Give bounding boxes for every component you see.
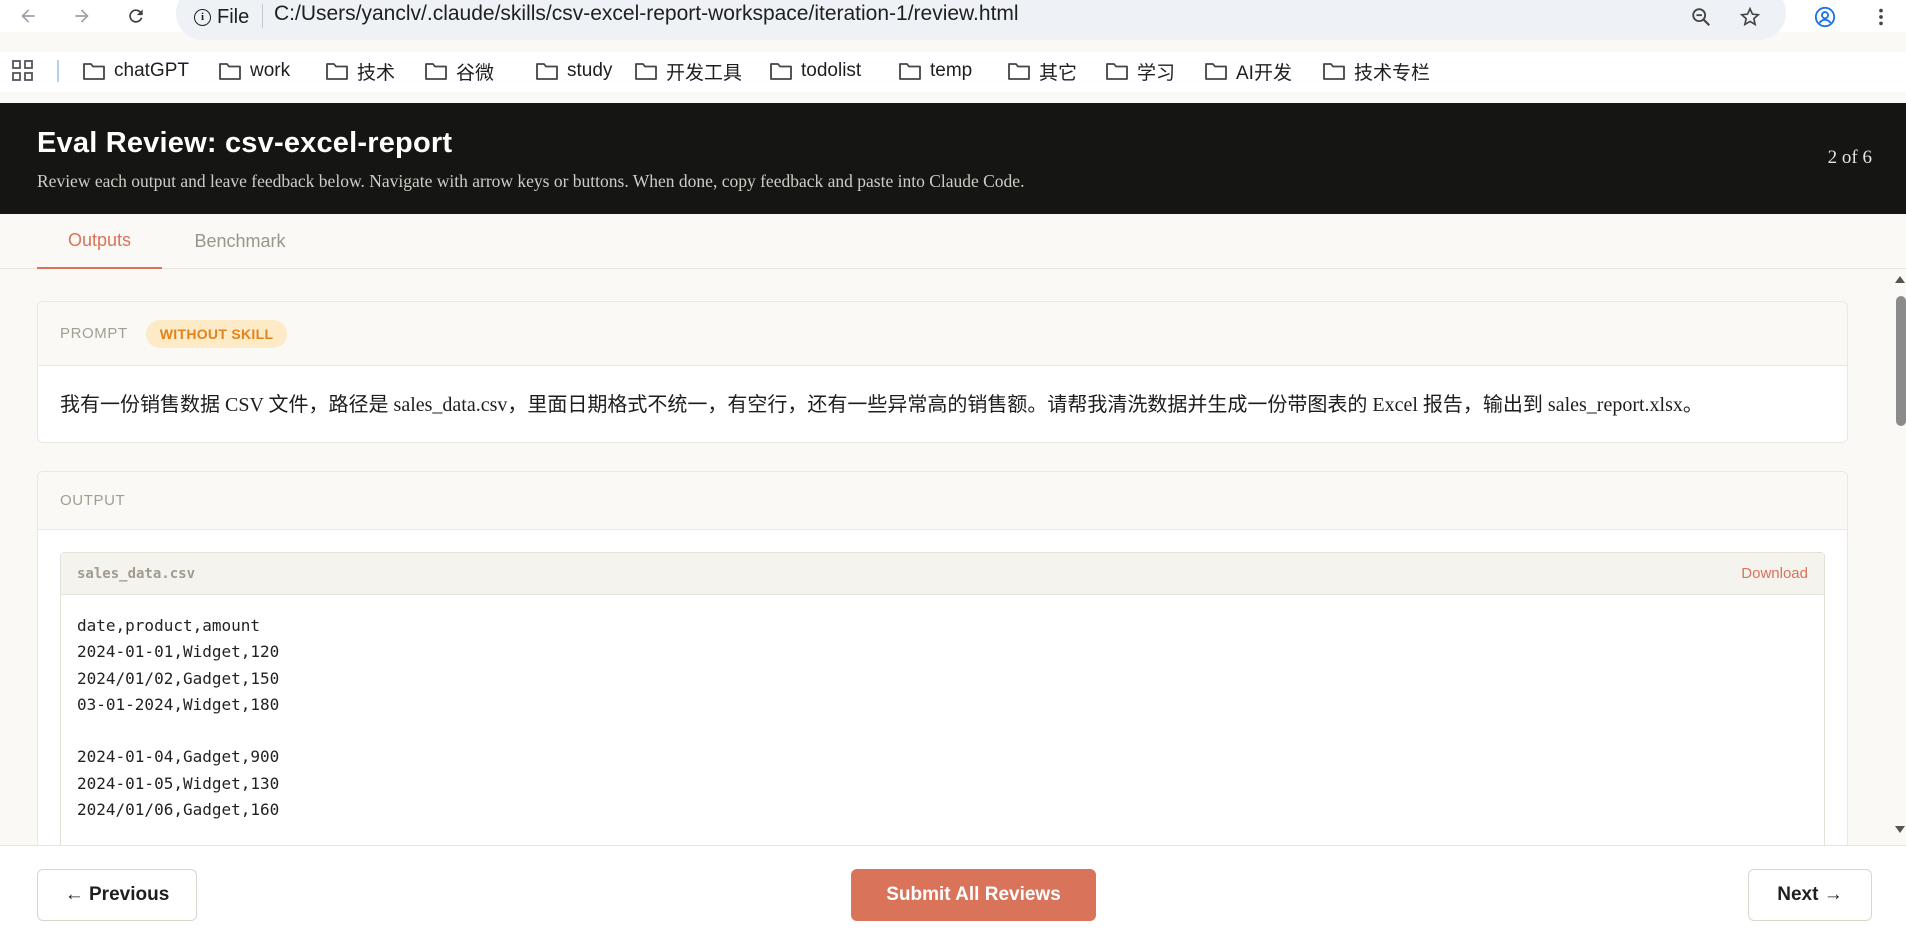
- scroll-down-arrow[interactable]: [1895, 826, 1905, 833]
- bookmark-label: work: [250, 60, 291, 81]
- output-card: OUTPUT sales_data.csv Download date,prod…: [37, 471, 1848, 871]
- zoom-button[interactable]: [1686, 2, 1716, 32]
- bookmark-item[interactable]: 技术专栏: [1322, 56, 1430, 86]
- bookmark-label: 开发工具: [666, 62, 743, 84]
- bookmarks-divider: [57, 60, 59, 82]
- bookmark-label: AI开发: [1236, 62, 1292, 84]
- reload-button[interactable]: [118, 0, 154, 32]
- folder-icon: [770, 63, 792, 80]
- folder-icon: [1008, 63, 1030, 80]
- bookmark-item[interactable]: 技术: [325, 56, 395, 86]
- prompt-card-header: PROMPT WITHOUT SKILL: [38, 302, 1847, 366]
- folder-icon: [1323, 63, 1345, 80]
- profile-icon: [1814, 6, 1836, 28]
- bookmark-label: 技术: [357, 62, 396, 84]
- output-label: OUTPUT: [60, 492, 126, 509]
- apps-grid-icon[interactable]: [12, 60, 34, 82]
- review-header: Eval Review: csv-excel-report Review eac…: [0, 103, 1906, 214]
- bookmarks-bar: chatGPT work 技术 谷微 study 开发工具 todolist temp 其它 学习…: [0, 52, 1906, 92]
- folder-icon: [326, 63, 348, 80]
- page-subtitle: Review each output and leave feedback be…: [37, 171, 1025, 191]
- next-button[interactable]: Next →: [1748, 869, 1872, 921]
- bookmark-item[interactable]: 开发工具: [634, 56, 742, 86]
- view-tabs: Outputs Benchmark: [0, 214, 1906, 269]
- previous-button[interactable]: ← Previous: [37, 869, 197, 921]
- info-icon: i: [194, 8, 211, 26]
- tab-outputs[interactable]: Outputs: [37, 214, 162, 269]
- file-viewer-header: sales_data.csv Download: [61, 553, 1824, 595]
- bookmark-item[interactable]: study: [535, 56, 612, 86]
- bookmark-item[interactable]: temp: [898, 56, 972, 86]
- folder-icon: [1106, 63, 1128, 80]
- file-content: date,product,amount 2024-01-01,Widget,12…: [77, 616, 280, 820]
- output-card-header: OUTPUT: [38, 472, 1847, 530]
- prompt-card: PROMPT WITHOUT SKILL 我有一份销售数据 CSV 文件，路径是…: [37, 301, 1848, 443]
- bookmark-item[interactable]: chatGPT: [82, 56, 189, 86]
- bookmark-label: temp: [930, 60, 973, 81]
- bookmark-label: chatGPT: [114, 60, 189, 81]
- file-name: sales_data.csv: [77, 565, 196, 582]
- review-footer: ← Previous Submit All Reviews Next →: [0, 845, 1906, 941]
- prompt-text: 我有一份销售数据 CSV 文件，路径是 sales_data.csv，里面日期格…: [60, 394, 1703, 416]
- bookmark-star-button[interactable]: [1735, 2, 1765, 32]
- url-text[interactable]: C:/Users/yanclv/.claude/skills/csv-excel…: [274, 2, 1019, 26]
- profile-button[interactable]: [1810, 2, 1840, 32]
- file-label: File: [217, 5, 250, 28]
- scrollbar-thumb[interactable]: [1896, 296, 1906, 426]
- browser-toolbar: i File C:/Users/yanclv/.claude/skills/cs…: [0, 0, 1906, 40]
- arrow-right-icon: [75, 9, 89, 23]
- folder-icon: [635, 63, 657, 80]
- folder-icon: [899, 63, 921, 80]
- menu-button[interactable]: [1866, 2, 1896, 32]
- site-info-chip[interactable]: i File: [194, 4, 249, 30]
- back-button[interactable]: [10, 0, 46, 32]
- config-badge: WITHOUT SKILL: [145, 319, 288, 348]
- forward-button[interactable]: [64, 0, 100, 32]
- zoom-out-icon: [1692, 8, 1711, 27]
- bookmark-item[interactable]: 学习: [1105, 56, 1175, 86]
- bookmark-label: 其它: [1039, 62, 1078, 84]
- bookmark-label: todolist: [801, 60, 862, 81]
- folder-icon: [1205, 63, 1227, 80]
- bookmark-item[interactable]: work: [218, 56, 290, 86]
- bookmark-label: study: [567, 60, 613, 81]
- bookmark-label: 学习: [1137, 62, 1176, 84]
- submit-all-reviews-button[interactable]: Submit All Reviews: [851, 869, 1096, 921]
- arrow-left-icon: [21, 9, 35, 23]
- folder-icon: [83, 63, 105, 80]
- folder-icon: [425, 63, 447, 80]
- tab-benchmark[interactable]: Benchmark: [175, 214, 305, 269]
- file-viewer: sales_data.csv Download date,product,amo…: [60, 552, 1825, 869]
- bookmark-item[interactable]: AI开发: [1204, 56, 1292, 86]
- scroll-up-arrow[interactable]: [1895, 276, 1905, 283]
- chip-divider: [262, 4, 263, 28]
- reload-icon: [129, 9, 143, 23]
- bookmark-item[interactable]: todolist: [769, 56, 861, 86]
- folder-icon: [536, 63, 558, 80]
- kebab-menu-icon: [1879, 8, 1883, 26]
- download-link[interactable]: Download: [1741, 565, 1808, 582]
- bookmark-label: 技术专栏: [1354, 62, 1431, 84]
- bookmark-label: 谷微: [456, 62, 495, 84]
- bookmark-item[interactable]: 其它: [1007, 56, 1077, 86]
- page-title: Eval Review: csv-excel-report: [37, 127, 453, 159]
- review-counter: 2 of 6: [1827, 147, 1872, 168]
- star-icon: [1739, 6, 1761, 27]
- prompt-label: PROMPT: [60, 325, 128, 342]
- folder-icon: [219, 63, 241, 80]
- bookmark-item[interactable]: 谷微: [424, 56, 494, 86]
